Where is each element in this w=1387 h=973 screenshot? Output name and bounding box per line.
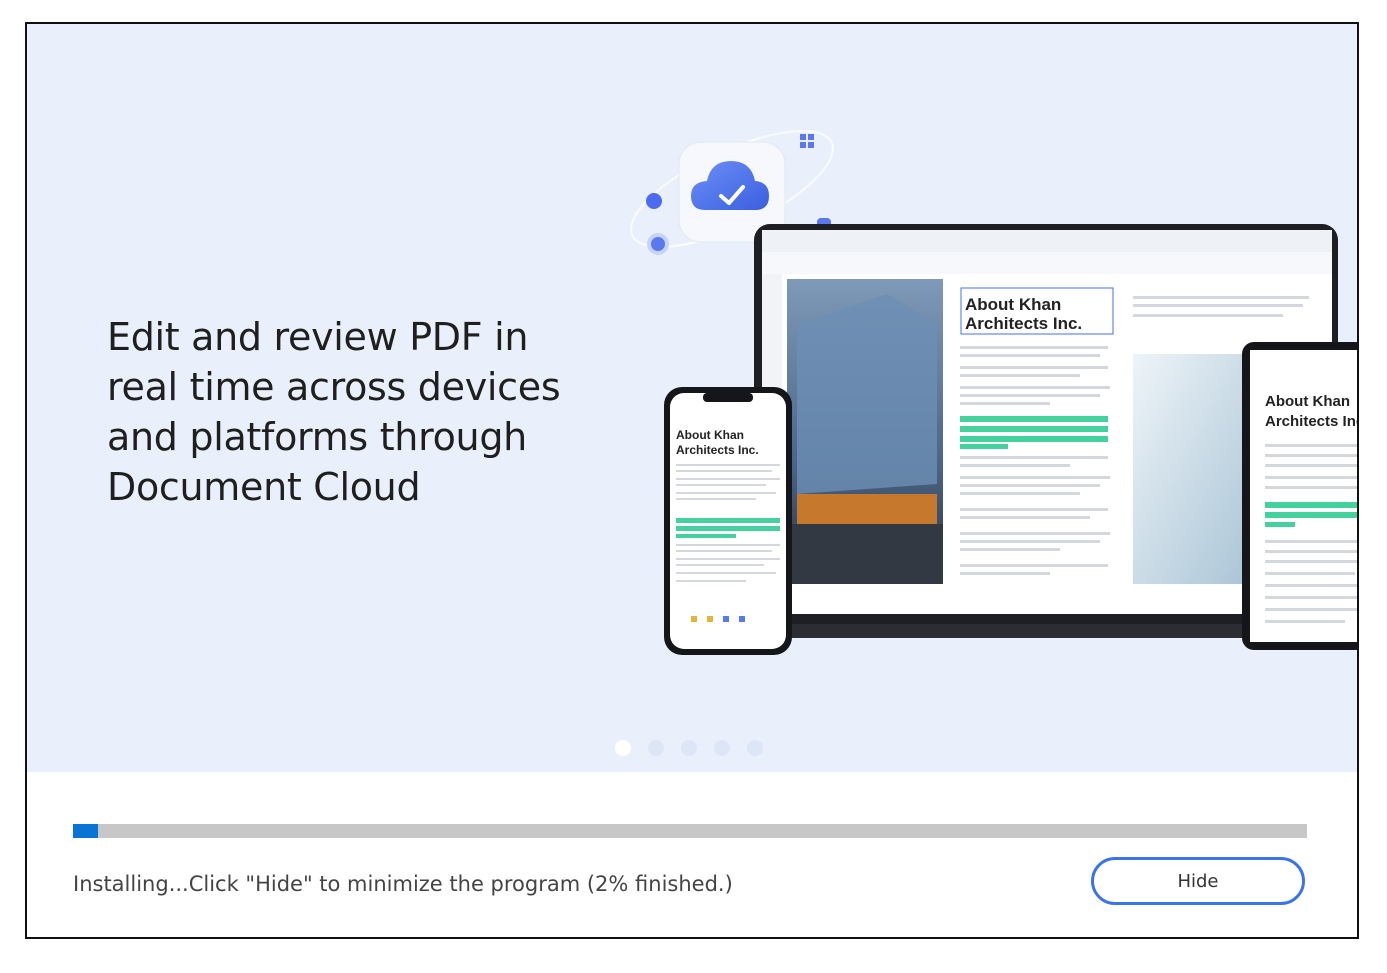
promo-carousel: Edit and review PDF in real time across …: [27, 24, 1357, 772]
phone-mockup: About Khan Architects Inc.: [664, 387, 792, 655]
install-progress-fill: [73, 824, 98, 838]
phone-doc-title: Architects Inc.: [676, 443, 759, 457]
headline-line: real time across devices: [107, 365, 561, 409]
hide-button[interactable]: Hide: [1091, 857, 1305, 905]
headline-line: Edit and review PDF in: [107, 315, 529, 359]
install-status-text: Installing...Click "Hide" to minimize th…: [73, 872, 733, 896]
laptop-doc-title: Architects Inc.: [965, 314, 1082, 333]
headline-line: and platforms through: [107, 415, 527, 459]
headline-line: Document Cloud: [107, 465, 421, 509]
devices-illustration: About Khan Architects Inc. About Khan Ar…: [630, 130, 1359, 655]
carousel-dot[interactable]: [747, 740, 763, 756]
tablet-mockup: About Khan Architects Inc: [1242, 342, 1359, 650]
laptop-doc-title: About Khan: [965, 295, 1061, 314]
phone-doc-title: About Khan: [676, 428, 744, 442]
install-progress-bar: [73, 824, 1307, 838]
installer-window: Edit and review PDF in real time across …: [25, 22, 1359, 939]
carousel-pagination: [615, 740, 763, 756]
carousel-dot[interactable]: [648, 740, 664, 756]
carousel-dot[interactable]: [615, 740, 631, 756]
tablet-doc-title: About Khan: [1265, 393, 1350, 410]
tablet-doc-title: Architects Inc: [1265, 413, 1359, 430]
install-footer: Installing...Click "Hide" to minimize th…: [27, 772, 1357, 937]
promo-headline: Edit and review PDF in real time across …: [107, 312, 577, 512]
circle-dot-icon: [647, 233, 669, 255]
windows-icon: [800, 134, 814, 148]
plus-dot-icon: [646, 193, 662, 209]
carousel-dot[interactable]: [681, 740, 697, 756]
carousel-dot[interactable]: [714, 740, 730, 756]
